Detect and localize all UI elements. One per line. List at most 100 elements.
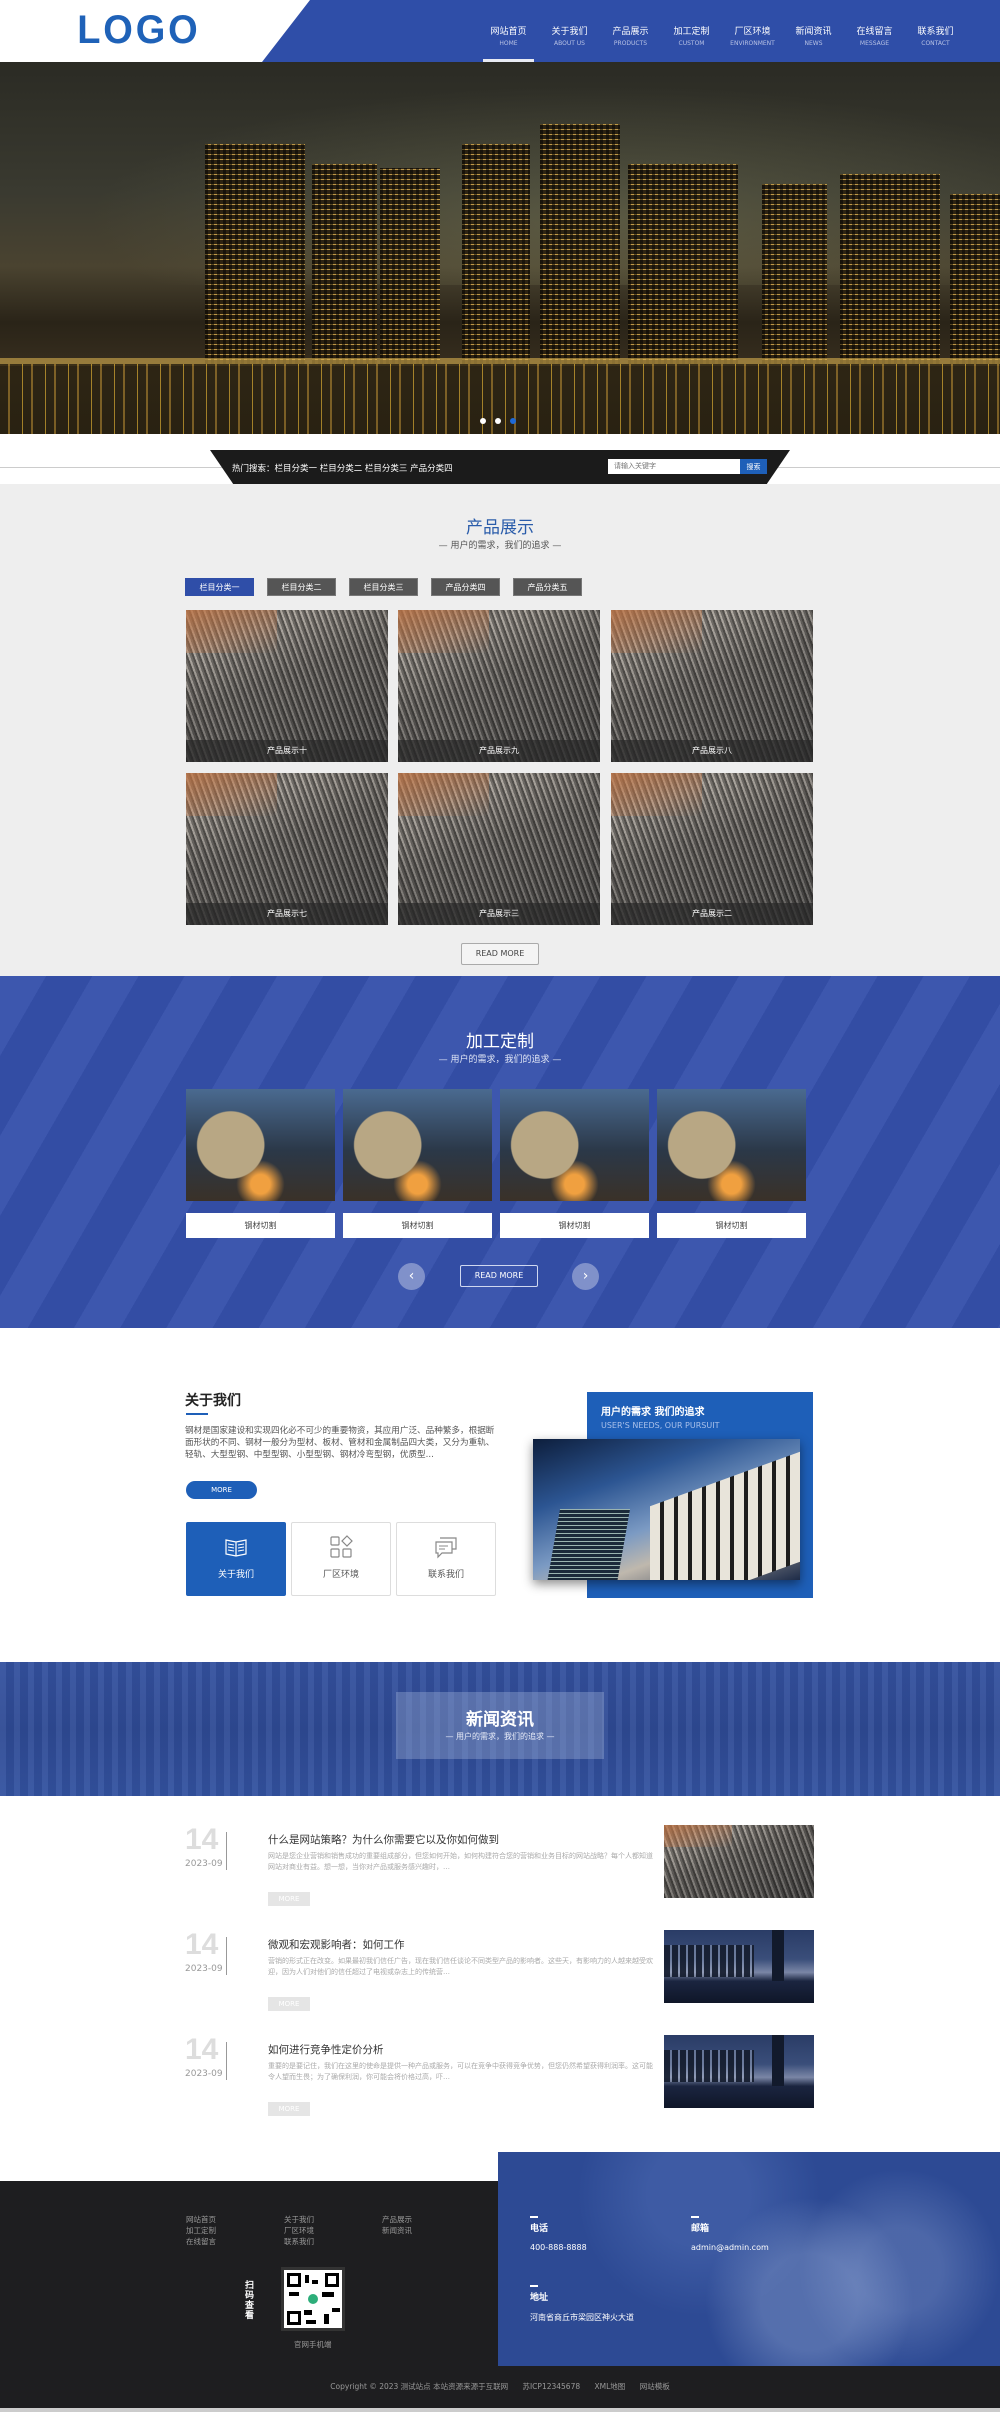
footer-link[interactable]: 联系我们 — [284, 2236, 314, 2247]
product-caption: 产品展示七 — [186, 903, 388, 925]
news-list-item: 14 2023-09 微观和宏观影响者：如何工作 营销的形式正在改变。如果最初我… — [185, 1925, 815, 2011]
news-more-button[interactable]: MORE — [268, 1997, 310, 2011]
footer-link[interactable]: 新闻资讯 — [382, 2225, 412, 2236]
slider-dots — [480, 418, 516, 424]
about-box-contact[interactable]: 联系我们 — [396, 1522, 496, 1596]
about-box-environment[interactable]: 厂区环境 — [291, 1522, 391, 1596]
news-more-button[interactable]: MORE — [268, 2102, 310, 2116]
product-card[interactable]: 产品展示七 — [186, 773, 388, 925]
footer-link[interactable]: 厂区环境 — [284, 2225, 314, 2236]
about-more-button[interactable]: MORE — [186, 1481, 257, 1499]
hot-search-text[interactable]: 热门搜索：栏目分类一 栏目分类二 栏目分类三 产品分类四 — [232, 462, 453, 474]
banner-building — [628, 164, 738, 364]
custom-read-more-button[interactable]: READ MORE — [460, 1265, 538, 1287]
building-shape — [650, 1451, 800, 1580]
news-item-title[interactable]: 什么是网站策略？为什么你需要它以及你如何做到 — [268, 1832, 499, 1847]
nav-item-custom[interactable]: 加工定制 CUSTOM — [661, 0, 722, 62]
footer-link[interactable]: 关于我们 — [284, 2214, 314, 2225]
product-caption: 产品展示十 — [186, 740, 388, 762]
custom-card-image — [657, 1089, 806, 1201]
footer-link[interactable]: 产品展示 — [382, 2214, 412, 2225]
tab-category-3[interactable]: 栏目分类三 — [349, 578, 418, 596]
nav-item-environment[interactable]: 厂区环境 ENVIRONMENT — [722, 0, 783, 62]
nav-item-about[interactable]: 关于我们 ABOUT US — [539, 0, 600, 62]
custom-card[interactable]: 钢材切割 — [657, 1089, 806, 1238]
address-value: 河南省商丘市梁园区神火大道 — [530, 2313, 634, 2322]
footer-link[interactable]: 加工定制 — [186, 2225, 216, 2236]
email-value[interactable]: admin@admin.com — [691, 2243, 769, 2252]
tab-category-2[interactable]: 栏目分类二 — [267, 578, 336, 596]
news-divider — [226, 1937, 227, 1975]
copyright-bar: Copyright © 2023 测试站点 本站资源来源于互联网 苏ICP123… — [0, 2366, 1000, 2408]
nav-item-home[interactable]: 网站首页 HOME — [478, 0, 539, 62]
prev-arrow-button[interactable]: ‹ — [398, 1263, 425, 1290]
slider-dot[interactable] — [495, 418, 501, 424]
qr-finder — [287, 2273, 301, 2287]
tab-category-5[interactable]: 产品分类五 — [513, 578, 582, 596]
custom-card[interactable]: 钢材切割 — [500, 1089, 649, 1238]
search-button[interactable]: 搜索 — [740, 459, 767, 474]
footer-link[interactable]: 网站首页 — [186, 2214, 216, 2225]
tab-category-1[interactable]: 栏目分类一 — [185, 578, 254, 596]
nav-item-news[interactable]: 新闻资讯 NEWS — [783, 0, 844, 62]
product-card[interactable]: 产品展示八 — [611, 610, 813, 762]
banner-building — [840, 174, 940, 364]
news-more-button[interactable]: MORE — [268, 1892, 310, 1906]
nav-item-contact[interactable]: 联系我们 CONTACT — [905, 0, 966, 62]
about-building-image — [533, 1439, 800, 1580]
nav-sublabel: NEWS — [804, 40, 823, 47]
custom-card[interactable]: 钢材切割 — [343, 1089, 492, 1238]
phone-label: 电话 — [530, 2224, 549, 2234]
custom-subtitle: — 用户的需求，我们的追求 — — [438, 1055, 562, 1065]
custom-card[interactable]: 钢材切割 — [186, 1089, 335, 1238]
product-card[interactable]: 产品展示二 — [611, 773, 813, 925]
banner-building — [950, 194, 1000, 364]
nav-sublabel: ENVIRONMENT — [730, 40, 775, 47]
news-item-image[interactable] — [664, 1930, 814, 2003]
news-item-title[interactable]: 如何进行竞争性定价分析 — [268, 2042, 384, 2057]
product-caption: 产品展示二 — [611, 903, 813, 925]
footer-links-panel — [0, 2181, 498, 2366]
about-box-label: 关于我们 — [217, 1570, 254, 1580]
icp-link[interactable]: 苏ICP12345678 — [522, 2382, 580, 2391]
about-slogan: 用户的需求 我们的追求 — [601, 1407, 705, 1418]
home-icon — [308, 2294, 318, 2304]
template-link[interactable]: 网站模板 — [640, 2382, 670, 2391]
custom-card-image — [500, 1089, 649, 1201]
news-item-image[interactable] — [664, 2035, 814, 2108]
news-item-image[interactable] — [664, 1825, 814, 1898]
nav-item-products[interactable]: 产品展示 PRODUCTS — [600, 0, 661, 62]
products-read-more-button[interactable]: READ MORE — [461, 943, 539, 965]
product-tabs: 栏目分类一 栏目分类二 栏目分类三 产品分类四 产品分类五 — [185, 578, 582, 596]
qr-module — [332, 2308, 340, 2312]
nav-label: 厂区环境 — [734, 27, 771, 37]
product-caption: 产品展示八 — [611, 740, 813, 762]
tab-category-4[interactable]: 产品分类四 — [431, 578, 500, 596]
custom-card-image — [186, 1089, 335, 1201]
about-box-label: 厂区环境 — [322, 1570, 359, 1580]
site-header: LOGO 网站首页 HOME 关于我们 ABOUT US 产品展示 PRODUCTS … — [0, 0, 1000, 62]
news-date: 2023-09 — [185, 1964, 223, 1974]
nav-sublabel: CONTACT — [921, 40, 950, 47]
phone-value[interactable]: 400-888-8888 — [530, 2243, 587, 2252]
sitemap-link[interactable]: XML地图 — [595, 2382, 626, 2391]
next-arrow-button[interactable]: › — [572, 1263, 599, 1290]
banner-building — [205, 144, 305, 364]
product-card[interactable]: 产品展示十 — [186, 610, 388, 762]
products-title: 产品展示 — [466, 518, 534, 538]
slider-dot-active[interactable] — [510, 418, 516, 424]
search-input[interactable] — [608, 459, 740, 474]
product-card[interactable]: 产品展示三 — [398, 773, 600, 925]
hero-banner[interactable] — [0, 62, 1000, 434]
custom-card-label: 钢材切割 — [500, 1213, 649, 1238]
about-box-about-us[interactable]: 关于我们 — [186, 1522, 286, 1596]
logo[interactable]: LOGO — [77, 8, 200, 53]
product-card[interactable]: 产品展示九 — [398, 610, 600, 762]
slider-dot[interactable] — [480, 418, 486, 424]
nav-label: 产品展示 — [612, 27, 649, 37]
nav-item-message[interactable]: 在线留言 MESSAGE — [844, 0, 905, 62]
nav-sublabel: PRODUCTS — [613, 40, 648, 47]
footer-link[interactable]: 在线留言 — [186, 2236, 216, 2247]
news-item-title[interactable]: 微观和宏观影响者：如何工作 — [268, 1937, 405, 1952]
qr-module — [304, 2310, 312, 2315]
